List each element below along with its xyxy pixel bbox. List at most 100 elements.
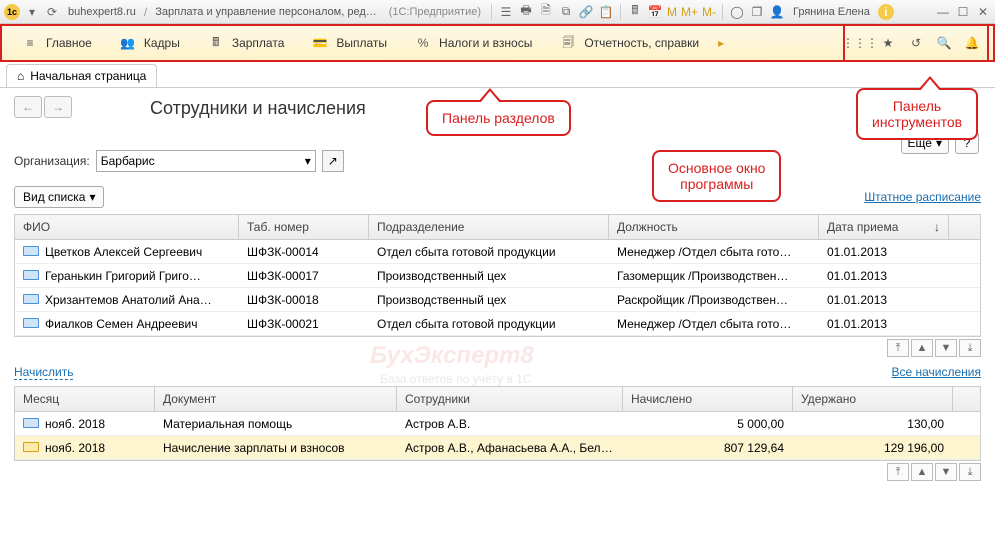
chevron-down-icon: ▾ bbox=[89, 190, 95, 204]
memory-plus-btn[interactable]: M+ bbox=[681, 4, 698, 20]
tool-panel: ⋮⋮⋮ ★ ↺ 🔍 🔔 bbox=[843, 24, 989, 62]
window-subtitle: (1С:Предприятие) bbox=[389, 6, 481, 18]
close-btn[interactable]: ✕ bbox=[975, 4, 991, 20]
section-label: Кадры bbox=[144, 36, 180, 50]
table-row[interactable]: Геранькин Григорий Григо…ШФЗК-00017Произ… bbox=[15, 264, 980, 288]
section-payments[interactable]: 💳Выплаты bbox=[298, 26, 401, 60]
app-icon: 1c bbox=[4, 4, 20, 20]
table-row[interactable]: Фиалков Семен АндреевичШФЗК-00021Отдел с… bbox=[15, 312, 980, 336]
print-preview-icon[interactable]: ☰ bbox=[498, 4, 514, 20]
history-icon[interactable]: ↺ bbox=[905, 32, 927, 54]
section-label: Налоги и взносы bbox=[439, 36, 532, 50]
th-ded[interactable]: Удержано bbox=[793, 387, 953, 411]
favorite-icon[interactable]: ★ bbox=[877, 32, 899, 54]
scroll-top-btn[interactable]: ⤒ bbox=[887, 463, 909, 481]
accrue-link[interactable]: Начислить bbox=[14, 365, 73, 380]
windows-icon[interactable]: ❐ bbox=[749, 4, 765, 20]
section-label: Отчетность, справки bbox=[584, 36, 699, 50]
row-icon bbox=[23, 246, 39, 256]
calc-icon[interactable]: 🖩 bbox=[627, 4, 643, 20]
table-row[interactable]: нояб. 2018Начисление зарплаты и взносовА… bbox=[15, 436, 980, 460]
section-panel: ≡Главное 👥 Кадры 🖩 Зарплата 💳Выплаты % Нало… bbox=[0, 24, 995, 62]
org-select[interactable]: Барбарис ▾ bbox=[96, 150, 316, 172]
section-scroll-right[interactable]: ▸ bbox=[713, 24, 729, 62]
th-date[interactable]: Дата приема↓ bbox=[819, 215, 949, 239]
org-value: Барбарис bbox=[101, 154, 155, 168]
section-reports[interactable]: 🗐Отчетность, справки bbox=[546, 26, 713, 60]
scroll-down-btn[interactable]: ▼ bbox=[935, 463, 957, 481]
home-icon: ⌂ bbox=[17, 69, 24, 83]
doc-icon[interactable]: 🗎 bbox=[538, 4, 554, 20]
th-acc[interactable]: Начислено bbox=[623, 387, 793, 411]
table-header: Месяц Документ Сотрудники Начислено Удер… bbox=[15, 387, 980, 412]
view-label: Вид списка bbox=[23, 190, 85, 204]
callout-sections: Панель разделов bbox=[426, 100, 571, 136]
scroll-up-btn[interactable]: ▲ bbox=[911, 339, 933, 357]
section-taxes[interactable]: % Налоги и взносы bbox=[401, 26, 546, 60]
chevron-down-icon: ▾ bbox=[305, 154, 311, 168]
maximize-btn[interactable]: ☐ bbox=[955, 4, 971, 20]
th-pod[interactable]: Подразделение bbox=[369, 215, 609, 239]
th-tab[interactable]: Таб. номер bbox=[239, 215, 369, 239]
reload-icon[interactable]: ⟳ bbox=[44, 4, 60, 20]
scroll-down-btn[interactable]: ▼ bbox=[935, 339, 957, 357]
people-icon: 👥 bbox=[120, 35, 136, 51]
titlebar: 1c ▾ ⟳ buhexpert8.ru / Зарплата и управл… bbox=[0, 0, 995, 24]
table-row[interactable]: Хризантемов Анатолий Ана…ШФЗК-00018Произ… bbox=[15, 288, 980, 312]
section-label: Зарплата bbox=[232, 36, 285, 50]
calc-icon: 🖩 bbox=[208, 35, 224, 51]
nav-tab-home[interactable]: ⌂ Начальная страница bbox=[6, 64, 157, 87]
info-icon[interactable]: i bbox=[878, 4, 894, 20]
page-title: Сотрудники и начисления bbox=[150, 98, 366, 119]
dropdown-icon[interactable]: ▾ bbox=[24, 4, 40, 20]
th-doc[interactable]: Документ bbox=[155, 387, 397, 411]
table-row[interactable]: нояб. 2018Материальная помощьАстров А.В.… bbox=[15, 412, 980, 436]
window-title: Зарплата и управление персоналом, ред… bbox=[155, 6, 377, 18]
scroll-up-btn[interactable]: ▲ bbox=[911, 463, 933, 481]
row-icon bbox=[23, 442, 39, 452]
link-icon[interactable]: 🔗 bbox=[578, 4, 594, 20]
bell-icon[interactable]: 🔔 bbox=[961, 32, 983, 54]
wallet-icon: 💳 bbox=[312, 35, 328, 51]
callout-tools: Панель инструментов bbox=[856, 88, 978, 140]
calendar-icon[interactable]: 📅 bbox=[647, 4, 663, 20]
th-fio[interactable]: ФИО bbox=[15, 215, 239, 239]
compare-icon[interactable]: ⧉ bbox=[558, 4, 574, 20]
row-icon bbox=[23, 318, 39, 328]
nav-tab-label: Начальная страница bbox=[30, 69, 146, 83]
employees-table: ФИО Таб. номер Подразделение Должность Д… bbox=[14, 214, 981, 337]
table-header: ФИО Таб. номер Подразделение Должность Д… bbox=[15, 215, 980, 240]
table-row[interactable]: Цветков Алексей СергеевичШФЗК-00014Отдел… bbox=[15, 240, 980, 264]
scroll-top-btn[interactable]: ⤒ bbox=[887, 339, 909, 357]
search-icon[interactable]: 🔍 bbox=[933, 32, 955, 54]
back-nav-icon[interactable]: ◯ bbox=[729, 4, 745, 20]
apps-icon[interactable]: ⋮⋮⋮ bbox=[849, 32, 871, 54]
nav-fwd-btn[interactable]: → bbox=[44, 96, 72, 118]
staff-link[interactable]: Штатное расписание bbox=[864, 190, 981, 204]
memory-btn[interactable]: M bbox=[667, 4, 677, 20]
all-accruals-link[interactable]: Все начисления bbox=[891, 365, 981, 380]
section-salary[interactable]: 🖩 Зарплата bbox=[194, 26, 299, 60]
th-date-label: Дата приема bbox=[827, 220, 898, 234]
th-month[interactable]: Месяц bbox=[15, 387, 155, 411]
nav-back-btn[interactable]: ← bbox=[14, 96, 42, 118]
section-main[interactable]: ≡Главное bbox=[8, 26, 106, 60]
scroll-bottom-btn[interactable]: ⤓ bbox=[959, 463, 981, 481]
row-icon bbox=[23, 270, 39, 280]
percent-icon: % bbox=[415, 35, 431, 51]
nav-tabs: ⌂ Начальная страница bbox=[0, 62, 995, 88]
section-label: Главное bbox=[46, 36, 92, 50]
th-emp[interactable]: Сотрудники bbox=[397, 387, 623, 411]
row-icon bbox=[23, 294, 39, 304]
print-icon[interactable]: 🖶 bbox=[518, 4, 534, 20]
memory-minus-btn[interactable]: M- bbox=[702, 4, 716, 20]
user-icon: 👤 bbox=[769, 4, 785, 20]
clipboard-icon[interactable]: 📋 bbox=[598, 4, 614, 20]
minimize-btn[interactable]: — bbox=[935, 4, 951, 20]
org-open-btn[interactable]: ↗ bbox=[322, 150, 344, 172]
section-hr[interactable]: 👥 Кадры bbox=[106, 26, 194, 60]
th-dol[interactable]: Должность bbox=[609, 215, 819, 239]
scroll-bottom-btn[interactable]: ⤓ bbox=[959, 339, 981, 357]
user-name[interactable]: Грянина Елена bbox=[793, 6, 870, 18]
view-mode-btn[interactable]: Вид списка ▾ bbox=[14, 186, 104, 208]
